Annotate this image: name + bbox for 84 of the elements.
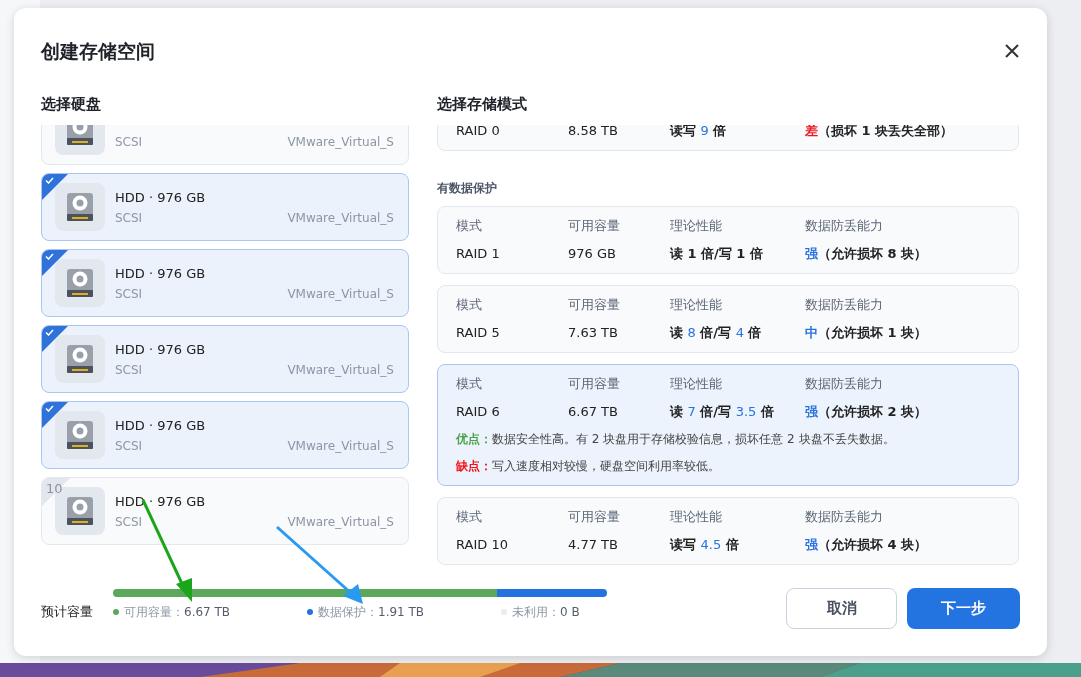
column-label: 数据防丢能力: [805, 508, 884, 526]
disk-title: HDD · 976 GB: [115, 189, 206, 208]
column-label: 模式: [456, 375, 483, 393]
raid-mode-card[interactable]: 模式 可用容量 理论性能 数据防丢能力 RAID 10 4.77 TB 读写 4.5 倍 强（允许损坏 4 块）: [437, 497, 1019, 565]
check-icon: [45, 253, 54, 260]
column-label: 模式: [456, 508, 483, 526]
disk-title: HDD · 976 GB: [115, 417, 206, 436]
capacity-value: 976 GB: [568, 245, 617, 263]
column-label: 可用容量: [568, 217, 621, 235]
raid-mode-card[interactable]: 模式 可用容量 理论性能 数据防丢能力 RAID 6 6.67 TB 读 7 倍/写 3.5 倍 强（允许损坏 2 块） 优点：数据安全性高。有 2 块盘用于存储校验信息，损坏任意 2 块盘不丢失数据。 缺点：写入速度相对较慢，硬盘空间利用率较低。: [437, 364, 1019, 486]
performance-value: 读 1 倍/写 1 倍: [670, 245, 764, 263]
disk-model: VMware_Virtual_S: [287, 285, 394, 303]
dialog-title: 创建存储空间: [41, 38, 155, 64]
mode-name: RAID 0: [456, 125, 501, 140]
legend-label: 数据保护：1.91 TB: [318, 604, 425, 621]
hard-drive-icon: [66, 192, 94, 222]
performance-value: 读 8 倍/写 4 倍: [670, 324, 763, 342]
section-title: 选择存储模式: [437, 94, 528, 115]
capacity-value: 6.67 TB: [568, 403, 619, 421]
disk-model: VMware_Virtual_S: [287, 513, 394, 531]
protection-value: 中（允许损坏 1 块）: [805, 324, 929, 342]
check-icon: [45, 329, 54, 336]
close-icon: [1005, 44, 1019, 58]
column-label: 数据防丢能力: [805, 375, 884, 393]
capacity-value: 8.58 TB: [568, 125, 619, 140]
disk-interface: SCSI: [115, 361, 143, 379]
performance-value: 读 7 倍/写 3.5 倍: [670, 403, 775, 421]
cancel-button[interactable]: 取消: [786, 587, 897, 629]
legend-label: 可用容量：6.67 TB: [124, 604, 231, 621]
hard-drive-icon: [66, 344, 94, 374]
performance-value: 读写 4.5 倍: [670, 536, 740, 554]
column-label: 可用容量: [568, 508, 621, 526]
column-label: 模式: [456, 217, 483, 235]
disk-model: VMware_Virtual_S: [287, 437, 394, 455]
column-label: 理论性能: [670, 375, 723, 393]
capacity-value: 7.63 TB: [568, 324, 619, 342]
disk-interface: SCSI: [115, 133, 143, 151]
column-label: 数据防丢能力: [805, 296, 884, 314]
column-label: 理论性能: [670, 296, 723, 314]
disk-card[interactable]: HDD · 976 GB SCSI VMware_Virtual_S: [41, 249, 409, 317]
mode-name: RAID 1: [456, 245, 501, 263]
disk-card[interactable]: 10 HDD · 976 GB SCSI VMware_Virtual_S: [41, 477, 409, 545]
mode-name: RAID 10: [456, 536, 509, 554]
capacity-value: 4.77 TB: [568, 536, 619, 554]
disk-title: HDD · 976 GB: [115, 265, 206, 284]
disk-title: HDD · 976 GB: [115, 493, 206, 512]
hard-drive-icon: [66, 268, 94, 298]
disk-card[interactable]: HDD · 976 GB SCSI VMware_Virtual_S: [41, 401, 409, 469]
column-label: 理论性能: [670, 508, 723, 526]
hard-drive-icon: [66, 125, 94, 146]
section-title: 选择硬盘: [41, 94, 102, 115]
disk-interface: SCSI: [115, 285, 143, 303]
disk-index: 10: [46, 480, 63, 498]
disadvantage-text: 缺点：写入速度相对较慢，硬盘空间利用率较低。: [456, 458, 721, 475]
check-icon: [45, 177, 54, 184]
advantage-text: 优点：数据安全性高。有 2 块盘用于存储校验信息，损坏任意 2 块盘不丢失数据。: [456, 431, 896, 448]
capacity-label: 预计容量: [41, 603, 94, 622]
disk-interface: SCSI: [115, 437, 143, 455]
disk-model: VMware_Virtual_S: [287, 133, 394, 151]
protection-value: 强（允许损坏 8 块）: [805, 245, 929, 263]
disk-card[interactable]: HDD · 976 GB SCSI VMware_Virtual_S: [41, 173, 409, 241]
hard-drive-icon: [66, 420, 94, 450]
mode-name: RAID 5: [456, 324, 501, 342]
mode-name: RAID 6: [456, 403, 501, 421]
disk-model: VMware_Virtual_S: [287, 209, 394, 227]
disk-card[interactable]: HDD · 976 GB SCSI VMware_Virtual_S: [41, 325, 409, 393]
protection-value: 强（允许损坏 4 块）: [805, 536, 929, 554]
disk-model: VMware_Virtual_S: [287, 361, 394, 379]
group-label: 有数据保护: [437, 180, 498, 197]
check-icon: [45, 405, 54, 412]
disk-interface: SCSI: [115, 209, 143, 227]
column-label: 模式: [456, 296, 483, 314]
column-label: 理论性能: [670, 217, 723, 235]
column-label: 可用容量: [568, 375, 621, 393]
legend-label: 未利用：0 B: [512, 604, 580, 621]
disk-interface: SCSI: [115, 513, 143, 531]
protection-value: 强（允许损坏 2 块）: [805, 403, 929, 421]
raid-mode-card[interactable]: 模式 可用容量 理论性能 数据防丢能力 RAID 5 7.63 TB 读 8 倍/写 4 倍 中（允许损坏 1 块）: [437, 285, 1019, 353]
column-label: 数据防丢能力: [805, 217, 884, 235]
hard-drive-icon: [66, 496, 94, 526]
column-label: 可用容量: [568, 296, 621, 314]
next-button[interactable]: 下一步: [907, 587, 1020, 629]
raid-mode-card[interactable]: 模式 可用容量 理论性能 数据防丢能力 RAID 1 976 GB 读 1 倍/写 1 倍 强（允许损坏 8 块）: [437, 206, 1019, 274]
disk-title: HDD · 976 GB: [115, 341, 206, 360]
